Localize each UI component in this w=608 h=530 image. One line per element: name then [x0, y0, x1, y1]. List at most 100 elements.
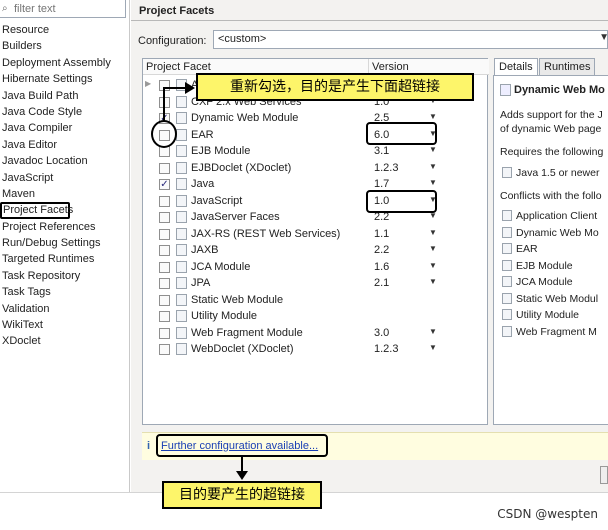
scrollbar-thumb[interactable] [600, 466, 608, 484]
sidebar-item-builders[interactable]: Builders [0, 38, 128, 54]
facet-row[interactable]: JAXB 2.2 ▼ [143, 242, 488, 259]
version-dropdown-icon[interactable]: ▼ [429, 277, 437, 286]
filter-input[interactable] [12, 2, 112, 15]
facet-name: EAR [191, 128, 214, 141]
sidebar-item-java-editor[interactable]: Java Editor [0, 137, 128, 153]
sidebar-item-javadoc-location[interactable]: Javadoc Location [0, 153, 128, 169]
chevron-down-icon: ▼ [599, 32, 608, 43]
facet-row[interactable]: JavaServer Faces 2.2 ▼ [143, 209, 488, 226]
version-dropdown-icon[interactable]: ▼ [429, 327, 437, 336]
sidebar-item-javascript[interactable]: JavaScript [0, 170, 128, 186]
conflict-item-label: EJB Module [516, 259, 573, 272]
sidebar-item-deployment-assembly[interactable]: Deployment Assembly [0, 55, 128, 71]
version-dropdown-icon[interactable]: ▼ [429, 145, 437, 154]
details-description-line2: of dynamic Web page [500, 123, 602, 135]
sidebar-item-run-debug-settings[interactable]: Run/Debug Settings [0, 235, 128, 251]
web-module-icon [176, 112, 187, 124]
ear-icon [176, 128, 187, 141]
facet-checkbox[interactable] [159, 261, 170, 273]
sidebar-item-xdoclet[interactable]: XDoclet [0, 333, 128, 349]
facet-checkbox[interactable] [159, 311, 170, 322]
version-dropdown-icon[interactable]: ▼ [429, 343, 437, 352]
facet-row[interactable]: Utility Module [143, 308, 488, 325]
version-dropdown-icon[interactable]: ▼ [429, 178, 437, 187]
facet-checkbox[interactable] [159, 294, 170, 306]
sidebar-item-validation[interactable]: Validation [0, 301, 128, 317]
jaxb-icon [176, 244, 187, 256]
conflict-item: Static Web Modul [502, 292, 598, 309]
version-dropdown-icon[interactable]: ▼ [429, 162, 437, 171]
xdoclet-icon [176, 161, 187, 174]
page-title: Project Facets [139, 5, 215, 17]
annotation-callout-target-link: 目的要产生的超链接 [162, 481, 322, 509]
tab-runtimes[interactable]: Runtimes [539, 58, 596, 76]
facet-row[interactable]: Static Web Module [143, 292, 488, 309]
filter-field[interactable]: ⌕ [0, 0, 126, 18]
requires-label: Requires the following [500, 146, 604, 158]
static-web-icon [176, 293, 187, 306]
sidebar-item-task-repository[interactable]: Task Repository [0, 268, 128, 284]
facet-row[interactable]: EJBDoclet (XDoclet) 1.2.3 ▼ [143, 160, 488, 177]
facet-checkbox[interactable] [159, 327, 170, 339]
sidebar-nav: Resource Builders Deployment Assembly Hiber… [0, 22, 128, 350]
facet-checkbox[interactable] [159, 228, 170, 240]
facet-version[interactable]: 1.2.3 [374, 162, 398, 174]
version-dropdown-icon[interactable]: ▼ [429, 261, 437, 270]
facet-version[interactable]: 1.7 [374, 178, 389, 190]
facet-checkbox[interactable] [159, 162, 170, 174]
facet-version[interactable]: 1.2.3 [374, 343, 398, 355]
sidebar-item-hibernate-settings[interactable]: Hibernate Settings [0, 71, 128, 87]
annotation-box-version-java [366, 190, 437, 213]
sidebar-item-targeted-runtimes[interactable]: Targeted Runtimes [0, 251, 128, 267]
facet-checkbox[interactable] [159, 278, 170, 289]
facet-checkbox[interactable]: ✓ [159, 179, 170, 190]
facet-version[interactable]: 2.1 [374, 277, 389, 289]
facet-name: EJBDoclet (XDoclet) [191, 161, 292, 174]
sidebar-item-project-facets[interactable]: Project Facets [0, 202, 73, 219]
details-panel: Dynamic Web Mo Adds support for the J of… [493, 75, 608, 425]
facet-version[interactable]: 3.1 [374, 145, 389, 157]
conflict-item: Utility Module [502, 309, 579, 325]
version-dropdown-icon[interactable]: ▼ [429, 112, 437, 121]
facet-row[interactable]: JPA 2.1 ▼ [143, 275, 488, 292]
jsf-icon [176, 211, 187, 223]
requires-item: Java 1.5 or newer [502, 167, 599, 183]
sidebar-item-wikitext[interactable]: WikiText [0, 317, 128, 333]
expand-icon[interactable]: ▶ [145, 79, 151, 88]
facet-row[interactable]: WebDoclet (XDoclet) 1.2.3 ▼ [143, 341, 488, 358]
facet-icon [502, 309, 512, 320]
utility-icon [176, 310, 187, 322]
facet-version[interactable]: 3.0 [374, 327, 389, 339]
facet-version[interactable]: 2.2 [374, 244, 389, 256]
configuration-select[interactable]: <custom> ▼ [213, 30, 608, 49]
facet-row[interactable]: JCA Module 1.6 ▼ [143, 259, 488, 276]
facet-checkbox[interactable] [159, 245, 170, 256]
facet-row[interactable]: JAX-RS (REST Web Services) 1.1 ▼ [143, 226, 488, 243]
facet-version[interactable]: 1.1 [374, 228, 389, 240]
facet-icon [502, 259, 512, 271]
facet-name: JAXB [191, 244, 219, 256]
facet-checkbox[interactable] [159, 212, 170, 223]
facet-checkbox[interactable] [159, 195, 170, 207]
facet-row[interactable]: ✓ Java 1.7 ▼ [143, 176, 488, 193]
conflict-item: EAR [502, 243, 538, 259]
jpa-icon [176, 277, 187, 289]
sidebar-item-java-build-path[interactable]: Java Build Path [0, 88, 128, 104]
tab-details[interactable]: Details [494, 58, 538, 76]
facet-name: JCA Module [191, 260, 251, 273]
sidebar-item-maven[interactable]: Maven [0, 186, 128, 202]
sidebar-item-project-references[interactable]: Project References [0, 219, 128, 235]
facet-table: Project Facet Version ▶Axis2 Web Service… [142, 58, 489, 425]
annotation-connector-horizontal [163, 87, 187, 89]
sidebar-item-java-code-style[interactable]: Java Code Style [0, 104, 128, 120]
sidebar-item-task-tags[interactable]: Task Tags [0, 284, 128, 300]
javascript-icon [176, 194, 187, 207]
version-dropdown-icon[interactable]: ▼ [429, 244, 437, 253]
version-dropdown-icon[interactable]: ▼ [429, 228, 437, 237]
facet-row[interactable]: Web Fragment Module 3.0 ▼ [143, 325, 488, 342]
facet-version[interactable]: 1.6 [374, 261, 389, 273]
facet-checkbox[interactable] [159, 344, 170, 355]
sidebar-item-java-compiler[interactable]: Java Compiler [0, 120, 128, 136]
sidebar-item-resource[interactable]: Resource [0, 22, 128, 38]
facet-row[interactable]: EJB Module 3.1 ▼ [143, 143, 488, 160]
